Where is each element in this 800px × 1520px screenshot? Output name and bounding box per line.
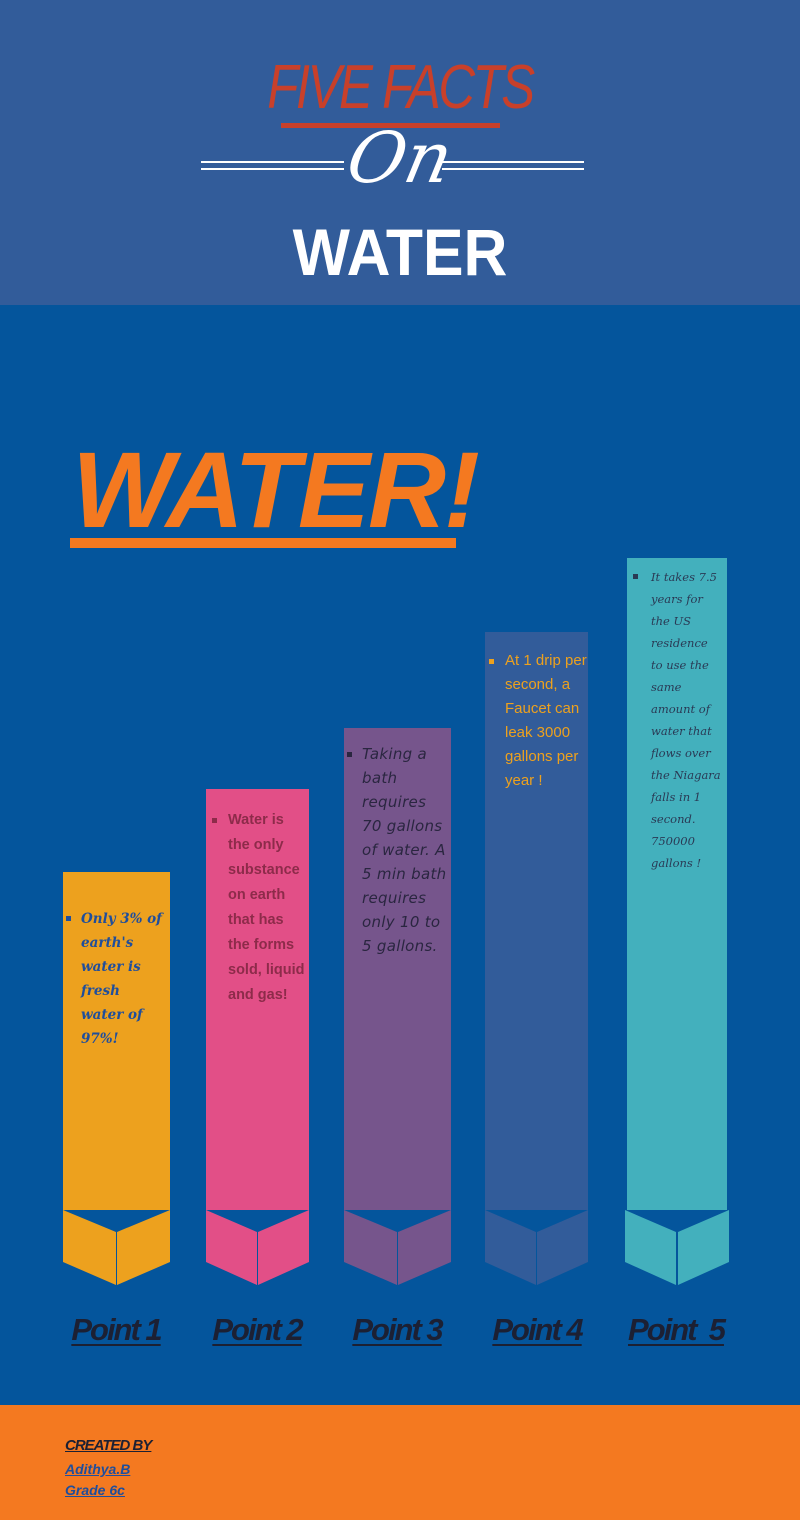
hero-title-underline: [70, 538, 456, 548]
bullet-icon: [489, 659, 494, 664]
fact-bar-5: It takes 7.5 years for the US residence …: [625, 558, 729, 1287]
chevron-arrow-icon: [625, 1210, 729, 1285]
fact-text-content: Only 3% of earth's water is fresh water …: [81, 911, 162, 1047]
hero-title: WATER!: [72, 429, 480, 550]
right-double-line: [442, 161, 584, 170]
bullet-icon: [633, 574, 638, 579]
fact-bar-2: Water is the only substance on earth tha…: [206, 789, 309, 1287]
chevron-arrow-icon: [344, 1210, 451, 1285]
point-label-3: Point 3: [352, 1312, 443, 1347]
fact-text-4: At 1 drip per second, a Faucet can leak …: [485, 649, 588, 793]
fact-bar-3: Taking a bath requires 70 gallons of wat…: [344, 728, 451, 1287]
author-name: Adithya.B: [65, 1461, 131, 1477]
point-label-4: Point 4: [492, 1312, 583, 1347]
bullet-icon: [347, 752, 352, 757]
fact-text-content: At 1 drip per second, a Faucet can leak …: [505, 652, 587, 789]
fact-text-5: It takes 7.5 years for the US residence …: [627, 566, 727, 874]
fact-text-2: Water is the only substance on earth tha…: [206, 808, 309, 1008]
fact-text-content: Taking a bath requires 70 gallons of wat…: [362, 745, 447, 955]
chevron-arrow-icon: [485, 1210, 588, 1285]
header-connector-word: On: [340, 117, 460, 199]
point-label-2: Point 2: [212, 1312, 303, 1347]
fact-text-content: It takes 7.5 years for the US residence …: [651, 570, 721, 870]
point-label-5: Point 5: [628, 1312, 726, 1347]
header-main-title: WATER: [292, 215, 508, 289]
fact-bar-1: Only 3% of earth's water is fresh water …: [63, 872, 170, 1287]
created-by-label: CREATED BY: [65, 1437, 152, 1454]
fact-text-content: Water is the only substance on earth tha…: [228, 812, 305, 1003]
point-label-1: Point 1: [71, 1312, 162, 1347]
fact-bar-4: At 1 drip per second, a Faucet can leak …: [485, 632, 588, 1287]
chevron-arrow-icon: [206, 1210, 309, 1285]
fact-text-3: Taking a bath requires 70 gallons of wat…: [344, 742, 451, 958]
left-double-line: [201, 161, 344, 170]
fact-text-1: Only 3% of earth's water is fresh water …: [63, 907, 170, 1051]
grade-label: Grade 6c: [65, 1482, 125, 1498]
bullet-icon: [212, 818, 217, 823]
chevron-arrow-icon: [63, 1210, 170, 1285]
header-top-title: FIVE FACTS: [267, 53, 535, 122]
bullet-icon: [66, 916, 71, 921]
